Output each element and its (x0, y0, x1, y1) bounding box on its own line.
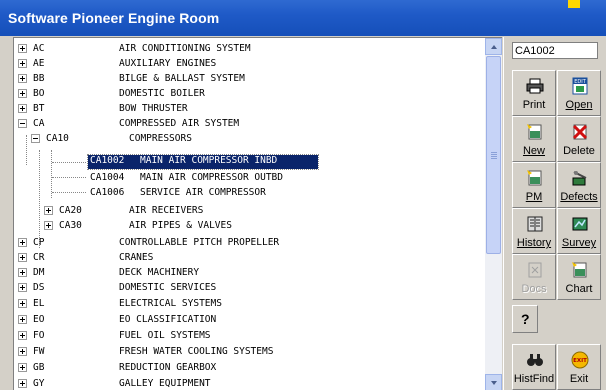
expand-toggle[interactable] (18, 331, 27, 340)
tree-row[interactable]: AC AIR CONDITIONING SYSTEM (14, 41, 485, 56)
exit-icon: EXIT (571, 351, 589, 369)
new-document-icon (527, 124, 542, 140)
expand-toggle[interactable] (18, 315, 27, 324)
defects-tools-icon (572, 171, 587, 186)
tree-row[interactable]: DM DECK MACHINERY (14, 265, 485, 280)
action-panel: Print EDIT Open New Dele (503, 37, 606, 390)
help-icon: ? (521, 311, 530, 327)
docs-icon (528, 262, 542, 278)
grip-line (491, 152, 497, 153)
expand-toggle[interactable] (44, 206, 53, 215)
tree-row[interactable]: CP CONTROLLABLE PITCH PROPELLER (14, 235, 485, 250)
cursor-marker (568, 0, 580, 8)
tree-row[interactable]: EO EO CLASSIFICATION (14, 312, 485, 327)
tree-row[interactable]: BT BOW THRUSTER (14, 101, 485, 116)
tree-row[interactable]: GB REDUCTION GEARBOX (14, 360, 485, 375)
equipment-tree-pane: AC AIR CONDITIONING SYSTEM AE AUXILIARY EN… (13, 37, 502, 390)
tree-row[interactable]: DS DOMESTIC SERVICES (14, 280, 485, 295)
history-label: History (516, 237, 552, 249)
tree-row[interactable]: CA1004 MAIN AIR COMPRESSOR OUTBD (14, 170, 485, 185)
expand-toggle[interactable] (18, 89, 27, 98)
print-button[interactable]: Print (512, 70, 556, 116)
edit-document-icon: EDIT (572, 77, 588, 95)
tree-row[interactable]: CA COMPRESSED AIR SYSTEM (14, 116, 485, 131)
expand-toggle[interactable] (18, 238, 27, 247)
scroll-thumb[interactable] (486, 56, 501, 254)
tree-scrollbar[interactable] (485, 38, 502, 390)
exit-button[interactable]: EXIT Exit (557, 344, 601, 390)
delete-icon (572, 124, 588, 140)
expand-toggle[interactable] (18, 347, 27, 356)
tree-row[interactable]: AE AUXILIARY ENGINES (14, 56, 485, 71)
collapse-toggle[interactable] (18, 119, 27, 128)
history-button[interactable]: History (512, 208, 556, 254)
survey-label: Survey (561, 237, 597, 249)
grip-line (491, 156, 497, 157)
tree-row[interactable]: FW FRESH WATER COOLING SYSTEMS (14, 344, 485, 359)
expand-toggle[interactable] (18, 363, 27, 372)
expand-toggle[interactable] (18, 74, 27, 83)
expand-toggle[interactable] (44, 221, 53, 230)
histfind-button[interactable]: HistFind (512, 344, 556, 390)
grip-line (491, 154, 497, 155)
tree-row-selected[interactable]: CA1002 MAIN AIR COMPRESSOR INBD (14, 155, 485, 170)
expand-toggle[interactable] (18, 379, 27, 388)
title-bar: Software Pioneer Engine Room (0, 0, 606, 36)
tree-row[interactable]: CA10 COMPRESSORS (14, 131, 485, 146)
tree-row[interactable]: EL ELECTRICAL SYSTEMS (14, 296, 485, 311)
pm-label: PM (525, 191, 543, 203)
tree-row[interactable]: BB BILGE & BALLAST SYSTEM (14, 71, 485, 86)
tree-row[interactable]: GY GALLEY EQUIPMENT (14, 376, 485, 390)
help-button[interactable]: ? (512, 305, 538, 333)
binoculars-icon (527, 354, 543, 366)
expand-toggle[interactable] (18, 104, 27, 113)
delete-button[interactable]: Delete (557, 116, 601, 162)
scroll-up-button[interactable] (485, 38, 502, 55)
tree-row[interactable]: CR CRANES (14, 250, 485, 265)
tree-row[interactable]: CA30 AIR PIPES & VALVES (14, 218, 485, 233)
expand-toggle[interactable] (18, 268, 27, 277)
chart-button[interactable]: Chart (557, 254, 601, 300)
defects-button[interactable]: Defects (557, 162, 601, 208)
window-title: Software Pioneer Engine Room (8, 10, 220, 26)
tree-row[interactable]: CA20 AIR RECEIVERS (14, 203, 485, 218)
expand-toggle[interactable] (18, 253, 27, 262)
pm-document-icon (527, 170, 542, 186)
printer-icon (526, 78, 544, 94)
expand-toggle[interactable] (18, 283, 27, 292)
docs-button[interactable]: Docs (512, 254, 556, 300)
new-button[interactable]: New (512, 116, 556, 162)
open-button[interactable]: EDIT Open (557, 70, 601, 116)
new-label: New (522, 145, 545, 157)
grip-line (491, 158, 497, 159)
survey-icon (572, 217, 588, 231)
survey-button[interactable]: Survey (557, 208, 601, 254)
tree-row[interactable]: BO DOMESTIC BOILER (14, 86, 485, 101)
equipment-tree[interactable]: AC AIR CONDITIONING SYSTEM AE AUXILIARY EN… (14, 38, 485, 390)
tree-row[interactable]: CA1006 SERVICE AIR COMPRESSOR (14, 185, 485, 200)
item-code-input[interactable] (512, 42, 598, 59)
history-book-icon (527, 216, 543, 232)
collapse-toggle[interactable] (31, 134, 40, 143)
expand-toggle[interactable] (18, 59, 27, 68)
svg-text:EDIT: EDIT (574, 79, 586, 85)
app-window: Software Pioneer Engine Room AC AIR CONDI… (0, 0, 606, 390)
svg-text:EXIT: EXIT (573, 358, 587, 364)
arrow-up-icon (491, 45, 497, 49)
arrow-down-icon (491, 381, 497, 385)
chart-icon (572, 262, 587, 278)
tree-row[interactable]: FO FUEL OIL SYSTEMS (14, 328, 485, 343)
scroll-down-button[interactable] (485, 374, 502, 390)
defects-label: Defects (560, 191, 598, 203)
open-label: Open (565, 99, 593, 111)
expand-toggle[interactable] (18, 44, 27, 53)
expand-toggle[interactable] (18, 299, 27, 308)
pm-button[interactable]: PM (512, 162, 556, 208)
